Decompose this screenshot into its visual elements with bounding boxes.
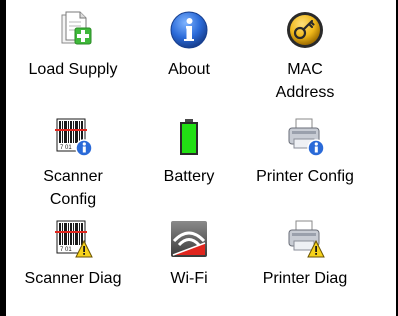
applet-label: Battery bbox=[163, 168, 215, 185]
applet-printer-config[interactable]: Printer Config bbox=[247, 117, 363, 188]
applet-label: Scanner Config bbox=[43, 168, 103, 208]
applet-wifi[interactable]: Wi-Fi bbox=[131, 219, 247, 290]
applet-printer-diag[interactable]: Printer Diag bbox=[247, 219, 363, 290]
printer-config-icon bbox=[288, 118, 325, 157]
wifi-icon bbox=[171, 221, 207, 257]
applet-label: Load Supply bbox=[28, 61, 118, 78]
scanner-config-icon: 7 01 bbox=[55, 118, 93, 157]
applet-battery[interactable]: Battery bbox=[131, 117, 247, 188]
svg-text:7 01: 7 01 bbox=[60, 247, 72, 253]
applet-scanner-config[interactable]: 7 01 Scanner Config bbox=[15, 117, 131, 211]
battery-icon bbox=[180, 119, 198, 155]
load-supply-icon bbox=[61, 11, 92, 45]
applet-label: Printer Config bbox=[256, 168, 354, 185]
mac-address-icon bbox=[287, 12, 323, 48]
applet-label: Scanner Diag bbox=[24, 270, 122, 287]
printer-diag-icon bbox=[288, 220, 325, 258]
applet-scanner-diag[interactable]: 7 01 Scanner Diag bbox=[15, 219, 131, 290]
applet-about[interactable]: About bbox=[131, 10, 247, 81]
applet-label: Printer Diag bbox=[262, 270, 348, 287]
applet-mac-address[interactable]: MAC Address bbox=[247, 10, 363, 104]
applet-label: MAC Address bbox=[275, 61, 335, 101]
applet-label: Wi-Fi bbox=[170, 270, 208, 287]
applet-load-supply[interactable]: Load Supply bbox=[15, 10, 131, 81]
svg-text:7 01: 7 01 bbox=[60, 145, 72, 151]
window-left-border bbox=[0, 0, 6, 316]
scanner-diag-icon: 7 01 bbox=[55, 220, 93, 258]
info-icon bbox=[170, 11, 208, 49]
applet-label: About bbox=[168, 61, 210, 78]
